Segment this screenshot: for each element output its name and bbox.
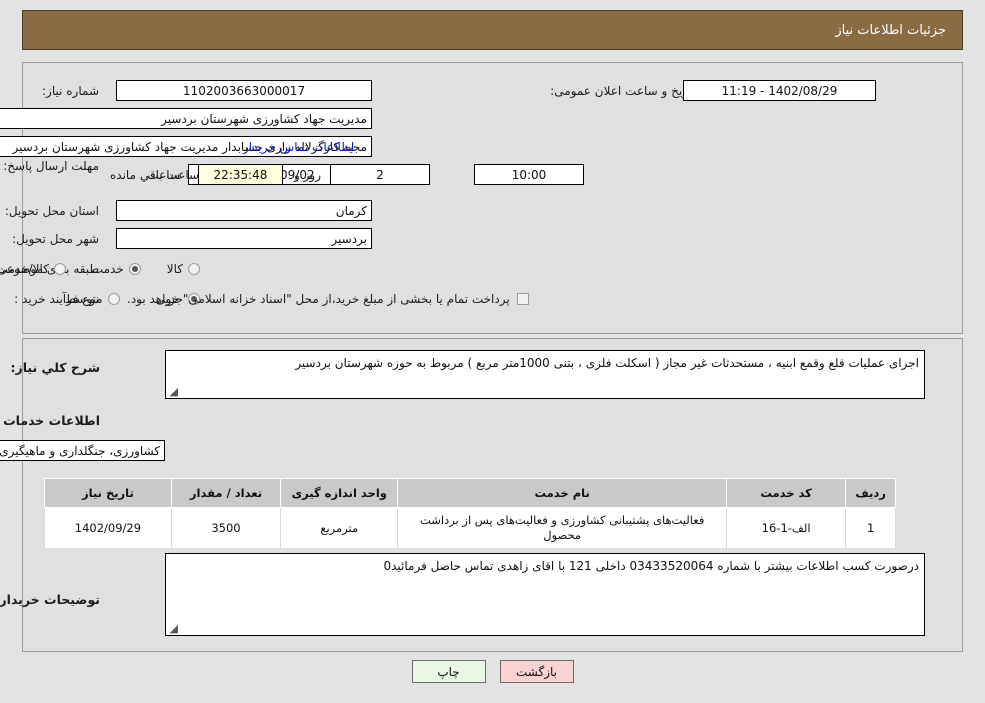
deadline-label: مهلت ارسال پاسخ: تا تاریخ: — [0, 159, 99, 173]
category-option-service-label: خدمت — [91, 262, 124, 276]
cell-radif: 1 — [845, 507, 896, 549]
city-label: شهر محل تحویل: — [12, 232, 99, 246]
th-service-code: کد خدمت — [725, 478, 847, 508]
need-number-field: 1102003663000017 — [116, 80, 372, 101]
buyer-notes-label: توضیحات خریدار: — [0, 592, 100, 607]
checkbox-icon[interactable] — [516, 293, 529, 305]
page-header: جزئیات اطلاعات نیاز — [22, 10, 963, 50]
buyer-notes-text: درصورت کسب اطلاعات بیشتر با شماره 034335… — [383, 559, 919, 573]
th-quantity: تعداد / مقدار — [170, 478, 282, 508]
need-summary-textarea[interactable]: اجرای عملیات قلع وقمع ابنیه ، مستحدثات غ… — [165, 350, 925, 399]
action-button-bar: بازگشت چاپ — [0, 660, 985, 683]
process-type-option-medium[interactable]: متوسط — [65, 292, 120, 306]
buyer-contact-link[interactable]: اطلاعات تماس خریدار — [243, 140, 354, 154]
deadline-days-field: 2 — [330, 164, 430, 185]
radio-icon[interactable] — [128, 263, 141, 275]
category-radio-group: کالا خدمت کالا/خدمت — [0, 258, 200, 280]
cell-need-date: 1402/09/29 — [44, 507, 172, 549]
need-summary-text: اجرای عملیات قلع وقمع ابنیه ، مستحدثات غ… — [295, 356, 919, 370]
deadline-days-label: روز و — [294, 168, 321, 182]
category-option-goods[interactable]: کالا — [167, 262, 200, 276]
cell-service-name: فعالیت‌های پشتیبانی کشاورزی و فعالیت‌های… — [397, 507, 727, 549]
th-need-date: تاریخ نیاز — [44, 478, 172, 508]
need-number-label-row: شماره نیاز: — [42, 80, 99, 102]
cell-unit: مترمربع — [280, 507, 399, 549]
need-number-label: شماره نیاز: — [42, 84, 99, 98]
need-summary-label: شرح کلي نیاز: — [10, 360, 100, 375]
print-button[interactable]: چاپ — [411, 660, 486, 683]
radio-icon[interactable] — [53, 263, 66, 275]
services-section-title: اطلاعات خدمات مورد نیاز — [0, 413, 100, 428]
deadline-days-label-row: روز و — [294, 164, 321, 186]
services-table: ردیف کد خدمت نام خدمت واحد اندازه گیری ت… — [44, 478, 896, 549]
table-row: 1 الف-1-16 فعالیت‌های پشتیبانی کشاورزی و… — [44, 507, 896, 549]
buyer-contact-link-row[interactable]: اطلاعات تماس خریدار — [243, 136, 354, 158]
province-label: استان محل تحویل: — [4, 204, 99, 218]
announce-datetime-label-row: تاریخ و ساعت اعلان عمومی: — [550, 80, 695, 102]
deadline-countdown-label-row: ساعت باقي مانده — [110, 164, 199, 186]
resize-grip-icon[interactable]: ◢ — [168, 623, 178, 634]
category-option-goods-service[interactable]: کالا/خدمت — [0, 262, 66, 276]
category-option-goods-label: کالا — [166, 262, 183, 276]
province-field: کرمان — [116, 200, 372, 221]
process-type-option-medium-label: متوسط — [64, 292, 103, 306]
cell-service-code: الف-1-16 — [725, 507, 847, 549]
service-group-field: کشاورزی، جنگلداری و ماهیگیری — [0, 440, 165, 461]
treasury-note-row: پرداخت تمام یا بخشی از مبلغ خرید،از محل … — [127, 288, 529, 310]
table-header-row: ردیف کد خدمت نام خدمت واحد اندازه گیری ت… — [44, 478, 896, 508]
deadline-label-row: مهلت ارسال پاسخ: تا تاریخ: — [0, 159, 99, 194]
city-label-row: شهر محل تحویل: — [12, 228, 99, 250]
page-title: جزئیات اطلاعات نیاز — [835, 22, 946, 38]
deadline-time-field: 10:00 — [474, 164, 584, 185]
announce-datetime-label: تاریخ و ساعت اعلان عمومی: — [550, 84, 695, 98]
resize-grip-icon[interactable]: ◢ — [168, 386, 178, 397]
category-option-goods-service-label: کالا/خدمت — [0, 262, 49, 276]
buyer-org-field: مدیریت جهاد کشاورزی شهرستان بردسیر — [0, 108, 372, 129]
th-unit: واحد اندازه گیری — [280, 478, 399, 508]
radio-icon[interactable] — [188, 263, 200, 275]
th-radif: ردیف — [845, 478, 896, 508]
radio-icon[interactable] — [107, 293, 120, 305]
province-label-row: استان محل تحویل: — [5, 200, 99, 222]
back-button[interactable]: بازگشت — [499, 660, 574, 683]
category-option-service[interactable]: خدمت — [92, 262, 141, 276]
buyer-notes-textarea[interactable]: درصورت کسب اطلاعات بیشتر با شماره 034335… — [165, 553, 925, 636]
treasury-note-text: پرداخت تمام یا بخشی از مبلغ خرید،از محل … — [127, 292, 510, 306]
deadline-countdown-field: 22:35:48 — [198, 164, 283, 185]
cell-quantity: 3500 — [170, 507, 282, 549]
announce-datetime-field: 1402/08/29 - 11:19 — [683, 80, 876, 101]
th-service-name: نام خدمت — [397, 478, 727, 508]
deadline-countdown-label: ساعت باقي مانده — [110, 168, 200, 182]
city-field: بردسیر — [116, 228, 372, 249]
